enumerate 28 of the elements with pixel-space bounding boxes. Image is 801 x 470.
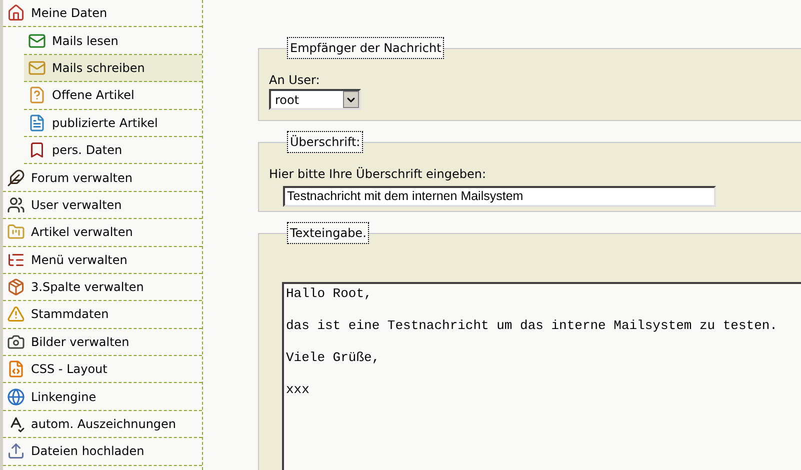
subject-input[interactable]: Testnachricht mit dem internen Mailsystem: [283, 186, 716, 207]
user-dropdown[interactable]: root: [269, 89, 361, 110]
sidebar-item[interactable]: Mails schreiben: [24, 54, 202, 82]
mail-icon: [28, 58, 46, 77]
upload-icon: [7, 442, 25, 460]
css-icon: [7, 360, 25, 378]
message-textarea[interactable]: Hallo Root, das ist eine Testnachricht um das interne Mailsystem zu testen. Viele Grüße, xxx: [282, 282, 801, 470]
book-icon: [28, 141, 46, 160]
sidebar-item[interactable]: publizierte Artikel: [24, 110, 202, 137]
section-legend: Überschrift:: [287, 131, 364, 154]
sidebar-item[interactable]: User verwalten: [3, 192, 202, 220]
document-icon: [28, 114, 46, 132]
sidebar-item[interactable]: Menü verwalten: [3, 246, 202, 274]
quill-icon: [7, 168, 25, 187]
section-legend: Texteingabe.: [287, 222, 370, 244]
mail-icon: [28, 32, 46, 50]
folder-icon: [7, 223, 25, 242]
document-icon: [28, 86, 46, 104]
field-label: An User:: [269, 72, 321, 89]
warning-icon: [7, 305, 25, 324]
house-icon: [7, 4, 25, 22]
section-legend: Empfänger der Nachricht: [287, 37, 444, 59]
camera-icon: [7, 332, 25, 351]
globe-icon: [7, 388, 25, 406]
sidebar-item[interactable]: Bilder verwalten: [3, 328, 202, 356]
package-icon: [7, 278, 25, 296]
field-label: Hier bitte Ihre Überschrift eingeben:: [269, 166, 488, 184]
users-icon: [7, 196, 25, 214]
